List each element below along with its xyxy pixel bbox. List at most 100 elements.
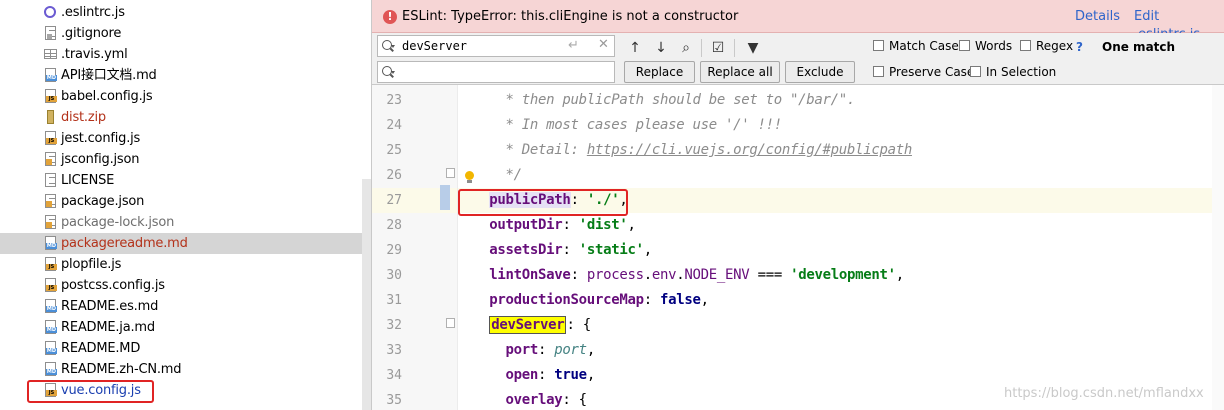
code-token: , xyxy=(643,242,652,258)
find-all-icon[interactable]: ⌕ xyxy=(677,39,695,57)
next-occurrence-icon[interactable]: ↓ xyxy=(652,39,670,57)
chevron-down-icon xyxy=(391,71,395,74)
code-token: === xyxy=(749,267,791,283)
file-item[interactable]: MD README.MD xyxy=(0,338,371,359)
annotation-box-public-path xyxy=(458,189,628,216)
lightbulb-icon[interactable] xyxy=(464,171,475,183)
clear-search-icon[interactable]: ✕ xyxy=(598,37,609,53)
code-token: : { xyxy=(566,317,591,333)
words-label: Words xyxy=(975,39,1013,53)
changed-line-marker xyxy=(440,185,450,210)
code-token: : xyxy=(538,342,555,358)
code-editor[interactable]: 23 * then publicPath should be set to "/… xyxy=(372,85,1224,410)
file-item[interactable]: jsconfig.json xyxy=(0,149,371,170)
code-token: outputDir xyxy=(489,217,563,233)
file-item[interactable]: LICENSE xyxy=(0,170,371,191)
code-line[interactable]: 25 * Detail: https://cli.vuejs.org/confi… xyxy=(372,138,1224,163)
tree-scrollbar[interactable] xyxy=(362,179,371,410)
fold-icon[interactable] xyxy=(446,168,455,178)
preserve-case-label: Preserve Case xyxy=(889,65,975,79)
code-line[interactable]: 23 * then publicPath should be set to "/… xyxy=(372,88,1224,113)
code-text: assetsDir: 'static', xyxy=(473,241,652,260)
file-item[interactable]: JS plopfile.js xyxy=(0,254,371,275)
file-item[interactable]: package.json xyxy=(0,191,371,212)
code-text: port: port, xyxy=(473,341,596,360)
regex-help-link[interactable]: ? xyxy=(1076,39,1083,55)
gitignore-file-icon xyxy=(44,26,57,41)
filter-icon[interactable]: ▼ xyxy=(744,39,762,57)
text-file-icon xyxy=(44,173,57,188)
json-file-icon xyxy=(44,194,57,209)
search-input-value: devServer xyxy=(402,39,468,53)
file-name-label: README.MD xyxy=(61,341,141,356)
file-item[interactable]: .eslintrc.js xyxy=(0,2,371,23)
file-item[interactable]: MD README.es.md xyxy=(0,296,371,317)
eslint-config-icon xyxy=(44,5,57,20)
search-input[interactable]: devServer ↵ ✕ xyxy=(377,35,615,57)
toolbar-divider xyxy=(734,39,735,57)
replace-button[interactable]: Replace xyxy=(624,61,695,83)
file-name-label: LICENSE xyxy=(61,173,115,188)
file-name-label: plopfile.js xyxy=(61,257,122,272)
code-line[interactable]: 29 assetsDir: 'static', xyxy=(372,238,1224,263)
eslint-details-link[interactable]: Details xyxy=(1075,8,1120,26)
code-token: : xyxy=(562,217,579,233)
checkbox-box[interactable] xyxy=(970,66,981,77)
file-item[interactable]: .gitignore xyxy=(0,23,371,44)
file-name-label: .gitignore xyxy=(61,26,122,41)
exclude-button[interactable]: Exclude xyxy=(785,61,855,83)
file-item[interactable]: MD README.zh-CN.md xyxy=(0,359,371,380)
code-token: */ xyxy=(473,167,523,183)
file-item[interactable]: JS babel.config.js xyxy=(0,86,371,107)
checkbox-box[interactable] xyxy=(959,40,970,51)
editor-scrollbar[interactable] xyxy=(1212,85,1224,410)
toolbar-divider xyxy=(701,39,702,57)
code-line[interactable]: 24 * In most cases please use '/' !!! xyxy=(372,113,1224,138)
code-line[interactable]: 30 lintOnSave: process.env.NODE_ENV === … xyxy=(372,263,1224,288)
file-item[interactable]: JS jest.config.js xyxy=(0,128,371,149)
code-token: . xyxy=(643,267,652,283)
code-token: : xyxy=(562,242,579,258)
code-text: productionSourceMap: false, xyxy=(473,291,709,310)
replace-input[interactable] xyxy=(377,61,615,83)
code-line[interactable]: 33 port: port, xyxy=(372,338,1224,363)
eslint-error-icon: ! xyxy=(383,10,397,24)
file-name-label: README.ja.md xyxy=(61,320,155,335)
previous-occurrence-icon[interactable]: ↑ xyxy=(626,39,644,57)
line-number: 26 xyxy=(386,168,402,183)
code-text: * then publicPath should be set to "/bar… xyxy=(473,91,856,110)
checkbox-box[interactable] xyxy=(1020,40,1031,51)
code-line[interactable]: 32 devServer: { xyxy=(372,313,1224,338)
code-line[interactable]: 26 */ xyxy=(372,163,1224,188)
select-all-occurrences-icon[interactable]: ☑ xyxy=(709,39,727,57)
file-name-label: packagereadme.md xyxy=(61,236,188,251)
code-token: : { xyxy=(562,392,587,408)
replace-all-button[interactable]: Replace all xyxy=(700,61,780,83)
file-name-label: README.zh-CN.md xyxy=(61,362,182,377)
code-line[interactable]: 31 productionSourceMap: false, xyxy=(372,288,1224,313)
annotation-box-vue-config xyxy=(27,380,154,403)
new-line-icon[interactable]: ↵ xyxy=(568,38,579,54)
file-item[interactable]: .travis.yml xyxy=(0,44,371,65)
file-item[interactable]: dist.zip xyxy=(0,107,371,128)
fold-icon[interactable] xyxy=(446,318,455,328)
markdown-file-icon: MD xyxy=(44,341,57,356)
file-item[interactable]: JS postcss.config.js xyxy=(0,275,371,296)
yaml-file-icon xyxy=(44,47,57,62)
line-number: 29 xyxy=(386,243,402,258)
find-replace-bar: devServer ↵ ✕ ↑ ↓ ⌕ ☑ ▼ Replace Replace … xyxy=(372,33,1224,85)
file-item[interactable]: package-lock.json xyxy=(0,212,371,233)
code-text: * Detail: https://cli.vuejs.org/config/#… xyxy=(473,141,913,160)
code-token: 'dist' xyxy=(578,217,628,233)
file-item[interactable]: MD packagereadme.md xyxy=(0,233,371,254)
file-item[interactable]: MD API接口文档.md xyxy=(0,65,371,86)
checkbox-box[interactable] xyxy=(873,66,884,77)
checkbox-box[interactable] xyxy=(873,40,884,51)
code-line[interactable]: 28 outputDir: 'dist', xyxy=(372,213,1224,238)
file-name-label: API接口文档.md xyxy=(61,68,157,83)
eslint-error-banner: ! ESLint: TypeError: this.cliEngine is n… xyxy=(372,0,1224,42)
file-item[interactable]: MD README.ja.md xyxy=(0,317,371,338)
code-token: * then publicPath should be set to "/bar… xyxy=(473,92,856,108)
markdown-file-icon: MD xyxy=(44,362,57,377)
